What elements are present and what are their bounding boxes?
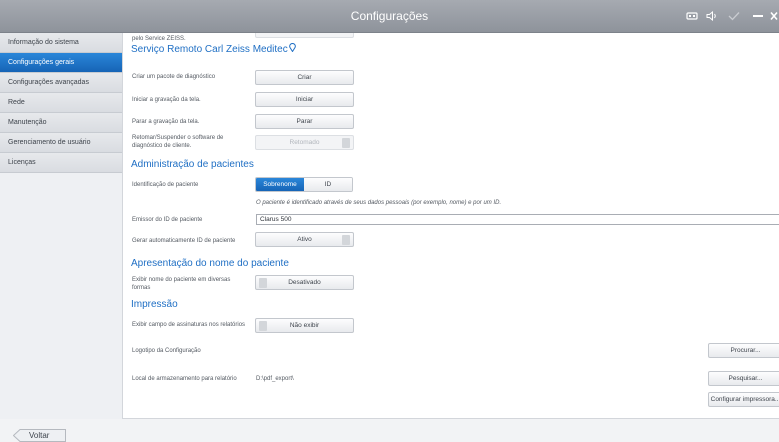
speaker-icon[interactable]	[705, 8, 719, 24]
start-recording-label: Iniciar a gravação da tela.	[132, 97, 201, 103]
identification-hint: O paciente é identificado através de seu…	[256, 200, 502, 206]
report-storage-label: Local de armazenamento para relatório	[132, 376, 237, 382]
browse-button[interactable]: Procurar...	[708, 343, 779, 358]
partial-top-button	[255, 33, 354, 38]
diagnostic-package-label: Criar um pacote de diagnóstico	[132, 74, 216, 80]
identification-option-id[interactable]: ID	[304, 178, 352, 191]
sidebar-item-system-info[interactable]: Informação do sistema	[0, 33, 122, 53]
configure-printer-button[interactable]: Configurar impressora...	[708, 392, 779, 407]
sidebar-item-network[interactable]: Rede	[0, 93, 122, 113]
settings-sidebar: Informação do sistema Configurações gera…	[0, 33, 122, 419]
name-display-toggle[interactable]: Desativado	[255, 275, 354, 290]
sidebar-item-advanced-settings[interactable]: Configurações avançadas	[0, 73, 122, 93]
patient-id-issuer-input[interactable]: Clarus 500	[256, 214, 779, 225]
stop-recording-label: Parar a gravação da tela.	[132, 119, 200, 125]
name-display-label: Exibir nome do paciente em diversas form…	[132, 277, 231, 291]
auto-generate-id-toggle[interactable]: Ativo	[255, 232, 354, 247]
title-bar: Configurações	[0, 0, 779, 33]
patient-id-issuer-label: Emissor do ID de paciente	[132, 217, 203, 223]
toggle-grip-icon	[342, 138, 350, 148]
sidebar-item-general-settings[interactable]: Configurações gerais	[0, 53, 122, 73]
sidebar-item-licenses[interactable]: Licenças	[0, 153, 122, 173]
search-button[interactable]: Pesquisar...	[708, 371, 779, 386]
resume-suspend-label: Retomar/Suspender o software de diagnóst…	[132, 135, 224, 149]
checkmark-icon[interactable]	[727, 8, 741, 24]
signature-field-value: Não exibir	[289, 322, 320, 329]
title-bar-icons	[685, 8, 779, 24]
toggle-grip-icon	[259, 321, 267, 331]
service-zeiss-label: pelo Service ZEISS.	[132, 36, 186, 42]
usb-icon[interactable]	[685, 8, 699, 24]
sidebar-item-maintenance[interactable]: Manutenção	[0, 113, 122, 133]
location-pin-icon	[288, 43, 296, 55]
sidebar-item-user-management[interactable]: Gerenciamento de usuário	[0, 133, 122, 153]
name-display-title: Apresentação do nome do paciente	[131, 258, 289, 269]
patient-identification-switch: Sobrenome ID	[255, 177, 353, 192]
settings-content: pelo Service ZEISS. Serviço Remoto Carl …	[122, 33, 779, 419]
resumed-toggle[interactable]: Retomado	[255, 135, 354, 150]
window-title: Configurações	[350, 9, 429, 23]
signature-field-label: Exibir campo de assinaturas nos relatóri…	[132, 322, 246, 328]
name-display-value: Desativado	[288, 279, 321, 286]
report-storage-path: D:\pdf_export\	[256, 376, 294, 382]
toggle-grip-icon	[342, 235, 350, 245]
auto-generate-id-label: Gerar automaticamente ID de paciente	[132, 238, 236, 244]
logo-label: Logotipo da Configuração	[132, 348, 201, 354]
back-button-label: Voltar	[29, 431, 50, 440]
create-button[interactable]: Criar	[255, 70, 354, 85]
identification-option-surname[interactable]: Sobrenome	[256, 178, 304, 191]
auto-generate-id-value: Ativo	[297, 236, 312, 243]
remote-service-heading: Serviço Remoto Carl Zeiss Meditec	[131, 43, 296, 55]
printing-title: Impressão	[131, 299, 178, 310]
patient-admin-title: Administração de pacientes	[131, 159, 254, 170]
stop-button[interactable]: Parar	[255, 114, 354, 129]
minimize-icon[interactable]	[751, 8, 765, 24]
resumed-toggle-label: Retomado	[289, 139, 320, 146]
remote-service-title: Serviço Remoto Carl Zeiss Meditec	[131, 43, 288, 55]
close-icon[interactable]	[769, 8, 779, 24]
signature-field-toggle[interactable]: Não exibir	[255, 318, 354, 333]
toggle-grip-icon	[259, 278, 267, 288]
start-button[interactable]: Iniciar	[255, 92, 354, 107]
back-button[interactable]: Voltar	[13, 429, 66, 442]
patient-identification-label: Identificação de paciente	[132, 182, 199, 188]
